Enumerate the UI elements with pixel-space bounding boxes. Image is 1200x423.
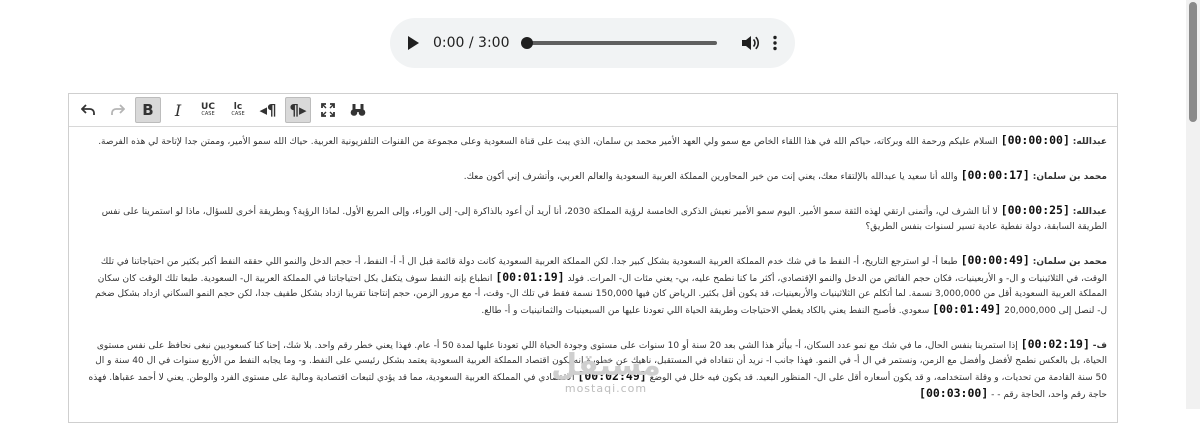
- timestamp: [00:00:49]: [960, 253, 1030, 267]
- italic-icon[interactable]: I: [165, 97, 191, 123]
- page-scrollbar[interactable]: [1186, 0, 1200, 409]
- scrollbar-thumb[interactable]: [1189, 2, 1197, 122]
- lowercase-icon[interactable]: lc CASE: [225, 97, 251, 123]
- volume-icon[interactable]: [741, 35, 759, 51]
- transcript-text: لا أنا الشرف لي، وأتمنى ارتقي لهذه الثقة…: [101, 207, 1107, 232]
- timestamp: [00:02:19]: [1020, 337, 1090, 351]
- transcript-text: سعودي. فأصبح النفط يعني بالكاد يغطي الاح…: [481, 306, 930, 316]
- timestamp: [00:01:19]: [495, 270, 565, 284]
- timestamp: [00:00:17]: [960, 168, 1030, 182]
- speaker-name: ف-: [1092, 341, 1107, 351]
- play-icon[interactable]: [408, 36, 419, 50]
- speaker-name: عبدالله:: [1072, 207, 1107, 217]
- fullscreen-icon[interactable]: [315, 97, 341, 123]
- seek-handle[interactable]: [520, 37, 533, 49]
- editor-toolbar: B I UC CASE lc CASE ◂ ¶ ¶ ▸: [69, 94, 1117, 127]
- watermark-logo: مستقل mostaqi.com: [551, 348, 661, 396]
- speaker-name: محمد بن سلمان:: [1032, 172, 1107, 182]
- timestamp: [00:03:00]: [919, 386, 989, 400]
- transcript-paragraph: عبدالله: [00:00:25] لا أنا الشرف لي، وأت…: [85, 203, 1107, 235]
- redo-icon[interactable]: [105, 97, 131, 123]
- timestamp: [00:00:00]: [1000, 133, 1070, 147]
- find-icon[interactable]: [345, 97, 371, 123]
- undo-icon[interactable]: [75, 97, 101, 123]
- ltr-paragraph-icon[interactable]: ◂ ¶: [255, 97, 281, 123]
- transcript-text: السلام عليكم ورحمة الله وبركاته، حياكم ا…: [98, 137, 998, 147]
- rtl-paragraph-icon[interactable]: ¶ ▸: [285, 97, 311, 123]
- transcript-paragraph: عبدالله: [00:00:00] السلام عليكم ورحمة ا…: [85, 133, 1107, 150]
- seek-bar[interactable]: [520, 37, 717, 49]
- timestamp: [00:01:49]: [932, 302, 1002, 316]
- transcript-text: والله أنا سعيد يا عبدالله بالإلتقاء معك،…: [463, 172, 958, 182]
- transcript-paragraph: محمد بن سلمان: [00:00:49] طبعا أ- لو است…: [85, 253, 1107, 319]
- speaker-name: محمد بن سلمان:: [1032, 257, 1107, 267]
- more-options-icon[interactable]: [773, 35, 777, 51]
- timestamp: [00:00:25]: [1000, 203, 1070, 217]
- audio-player[interactable]: 0:00 / 3:00: [390, 18, 795, 68]
- speaker-name: عبدالله:: [1072, 137, 1107, 147]
- transcript-paragraph: محمد بن سلمان: [00:00:17] والله أنا سعيد…: [85, 168, 1107, 185]
- playback-time: 0:00 / 3:00: [433, 35, 510, 51]
- uppercase-icon[interactable]: UC CASE: [195, 97, 221, 123]
- bold-icon[interactable]: B: [135, 97, 161, 123]
